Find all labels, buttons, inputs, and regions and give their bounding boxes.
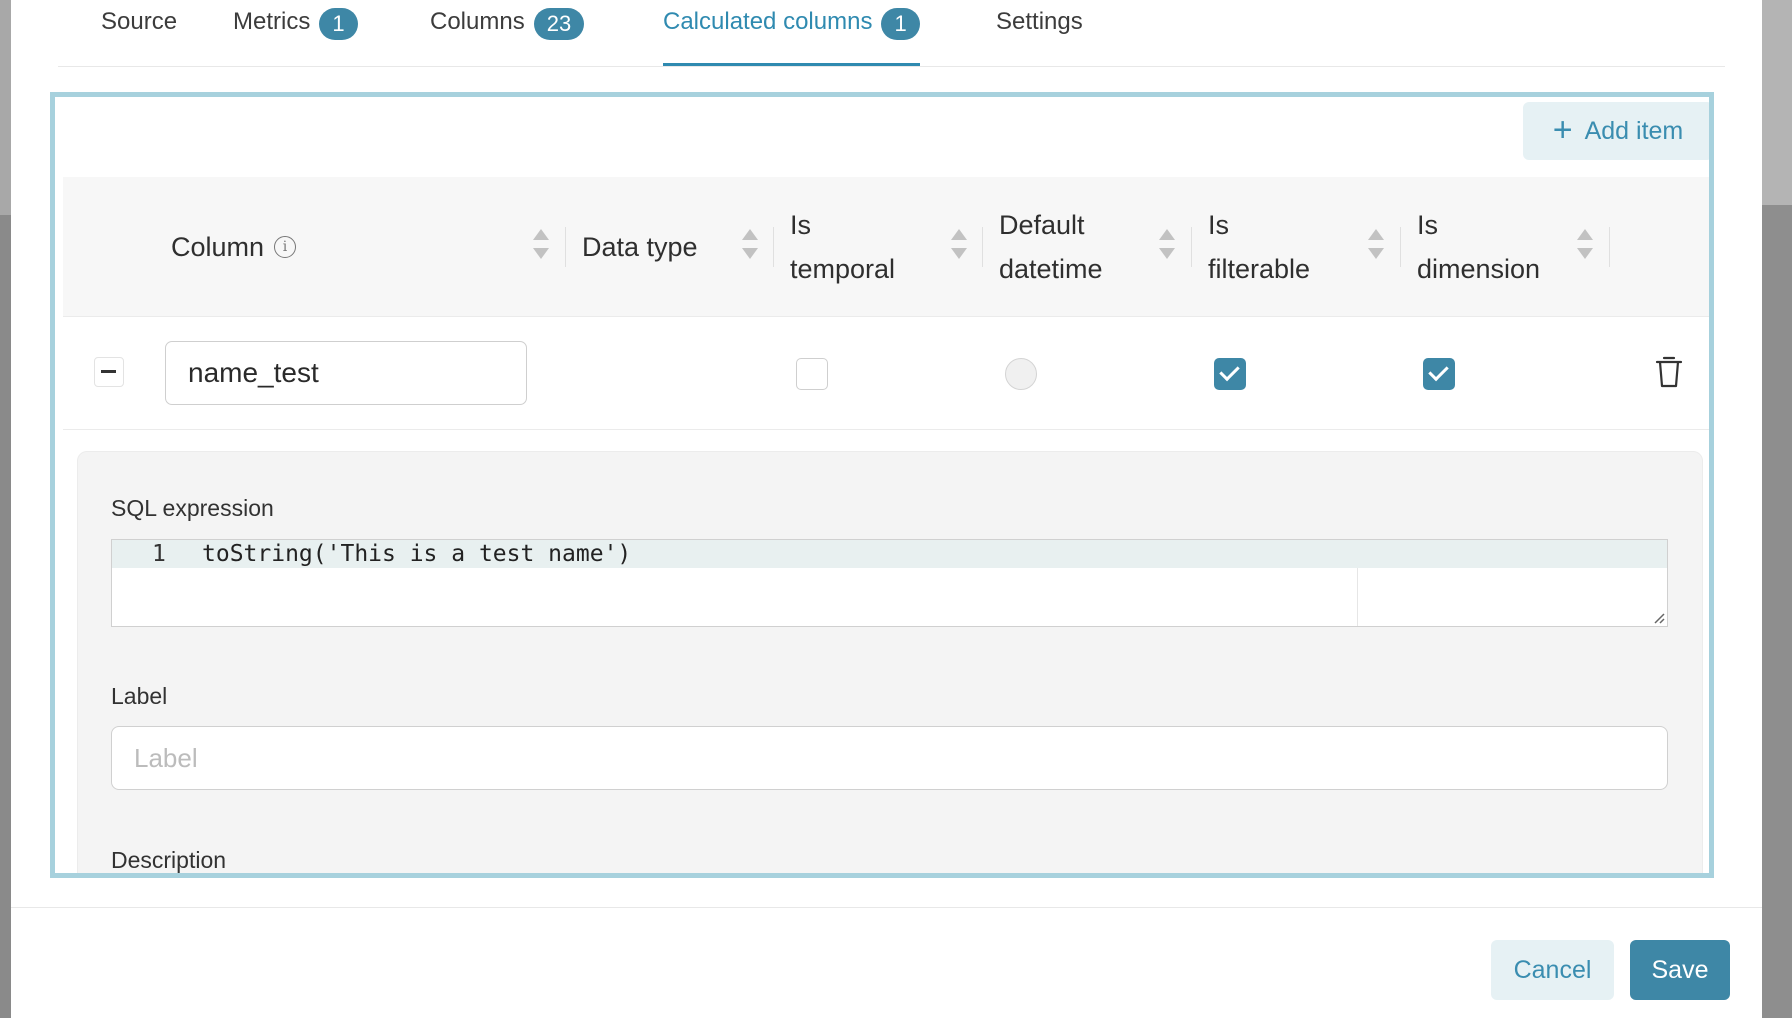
save-button[interactable]: Save [1630,940,1730,1000]
column-divider [982,227,983,267]
header-label: Data type [582,231,698,262]
sort-icon[interactable] [951,229,967,263]
editor-divider [1357,568,1358,626]
collapse-row-button[interactable] [94,357,124,387]
sort-icon[interactable] [1368,229,1384,263]
add-item-label: Add item [1584,116,1684,145]
header-label: Is temporal [790,209,896,284]
header-column[interactable]: Column i [171,177,297,316]
sql-code[interactable]: toString('This is a test name') [202,540,631,568]
backdrop-left [0,0,11,1018]
tab-columns[interactable]: Columns 23 [430,0,585,66]
header-is-filterable[interactable]: Is filterable [1208,177,1310,316]
header-is-temporal[interactable]: Is temporal [790,177,895,316]
tab-label: Columns [430,8,525,35]
count-badge: 23 [533,8,585,40]
calculated-columns-panel: + Add item Column i Data type Is temporal… [50,92,1714,878]
count-badge: 1 [881,8,920,40]
column-divider [1609,227,1610,267]
label-field-label: Label [111,683,168,709]
header-label: Column [171,231,265,262]
header-is-dimension[interactable]: Is dimension [1417,177,1540,316]
table-row: name_test [63,317,1709,430]
row-details: SQL expression 1 toString('This is a tes… [77,451,1703,873]
tab-calculated-columns[interactable]: Calculated columns 1 [663,0,920,66]
table-header: Column i Data type Is temporal Default dat… [63,177,1709,317]
tab-label: Source [101,8,178,35]
sort-icon[interactable] [1159,229,1175,263]
column-divider [773,227,774,267]
tab-metrics[interactable]: Metrics 1 [233,0,358,66]
count-badge: 1 [319,8,358,40]
plus-icon: + [1552,110,1573,149]
column-divider [1191,227,1192,267]
sort-icon[interactable] [1577,229,1593,263]
footer-divider [11,907,1762,908]
is-filterable-checkbox[interactable] [1214,358,1246,390]
add-item-button[interactable]: + Add item [1523,102,1709,160]
sort-icon[interactable] [533,229,549,263]
tab-label: Metrics [233,8,311,35]
tab-label: Calculated columns [663,8,873,35]
is-temporal-checkbox[interactable] [796,358,828,390]
resize-grip-icon[interactable] [1651,610,1665,624]
header-default-datetime[interactable]: Default datetime [999,177,1103,316]
tab-bar: Source Metrics 1 Columns 23 Calculated c… [58,0,1725,67]
column-name-input[interactable]: name_test [165,341,527,405]
info-icon[interactable]: i [274,235,297,258]
description-field-label: Description [111,847,227,873]
header-label: Is dimension [1417,209,1541,284]
line-number: 1 [152,541,166,567]
sql-expression-editor[interactable]: 1 toString('This is a test name') [111,539,1668,627]
backdrop-right [1762,0,1792,1018]
tab-source[interactable]: Source [101,0,177,66]
header-data-type[interactable]: Data type [582,177,698,316]
header-label: Default datetime [999,209,1103,284]
sql-expression-label: SQL expression [111,495,274,521]
sort-icon[interactable] [742,229,758,263]
column-divider [1400,227,1401,267]
default-datetime-radio[interactable] [1005,358,1037,390]
column-divider [565,227,566,267]
cancel-button[interactable]: Cancel [1491,940,1614,1000]
is-dimension-checkbox[interactable] [1423,358,1455,390]
tab-label: Settings [996,8,1083,35]
label-input[interactable]: Label [111,726,1668,790]
header-label: Is filterable [1208,209,1311,284]
dataset-editor-modal: Source Metrics 1 Columns 23 Calculated c… [11,0,1762,1018]
trash-icon[interactable] [1654,355,1684,389]
tab-settings[interactable]: Settings [996,0,1083,66]
